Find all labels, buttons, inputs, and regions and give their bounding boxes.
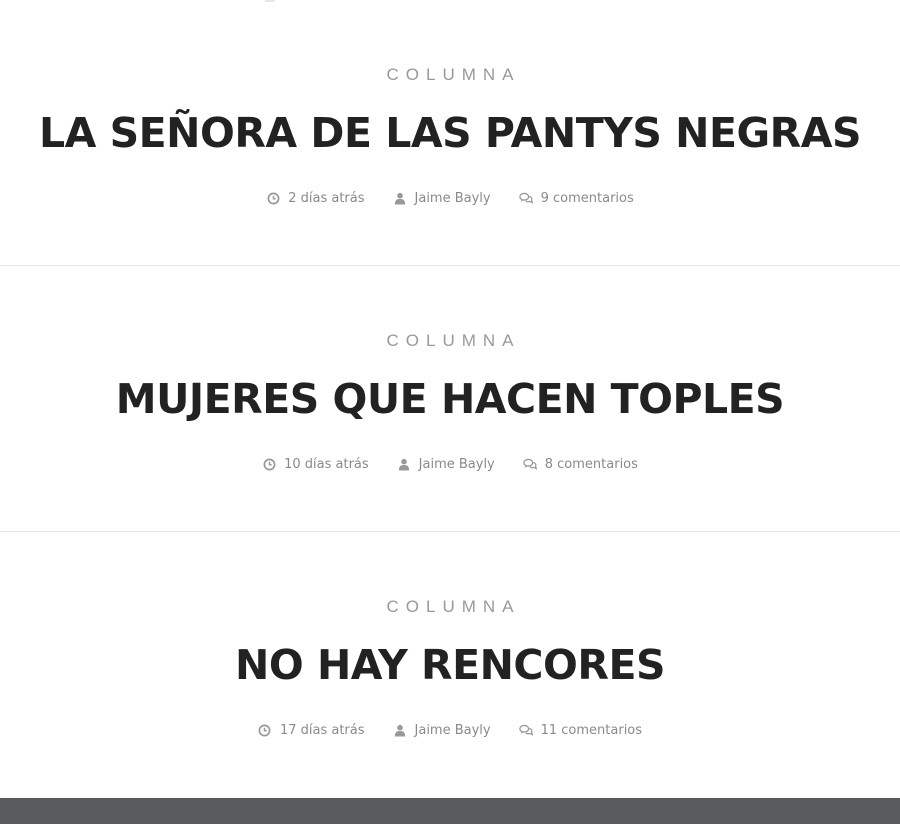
comments-icon [518, 191, 533, 205]
post-comments[interactable]: 9 comentarios [518, 190, 634, 206]
post-author[interactable]: Jaime Bayly [393, 723, 491, 738]
post-title-link[interactable]: LA SEÑORA DE LAS PANTYS NEGRAS [0, 108, 900, 158]
user-icon [393, 723, 407, 737]
post-item: COLUMNA LA SEÑORA DE LAS PANTYS NEGRAS 2… [0, 0, 900, 266]
post-author-name: Jaime Bayly [414, 190, 491, 206]
clock-icon [262, 457, 276, 471]
post-category-link[interactable]: COLUMNA [0, 64, 900, 86]
post-comments[interactable]: 11 comentarios [518, 722, 643, 738]
post-category-link[interactable]: COLUMNA [0, 330, 900, 352]
comments-icon [518, 723, 533, 737]
post-author[interactable]: Jaime Bayly [397, 457, 495, 472]
comments-icon [522, 457, 537, 471]
clock-icon [258, 723, 272, 737]
user-icon [393, 191, 407, 205]
post-date-text: 2 días atrás [288, 190, 365, 206]
post-comments[interactable]: 8 comentarios [522, 456, 638, 472]
post-comments-count: 8 comentarios [544, 456, 638, 472]
post-author[interactable]: Jaime Bayly [393, 191, 491, 206]
post-meta: 2 días atrás Jaime Bayly 9 comentarios [0, 188, 900, 208]
post-date[interactable]: 17 días atrás [258, 723, 365, 738]
post-date-text: 17 días atrás [279, 722, 365, 738]
post-meta: 10 días atrás Jaime Bayly 8 comentarios [0, 454, 900, 474]
post-author-name: Jaime Bayly [414, 722, 491, 738]
post-item: COLUMNA NO HAY RENCORES 17 días atrás Ja… [0, 532, 900, 798]
post-comments-count: 9 comentarios [540, 190, 634, 206]
post-date[interactable]: 2 días atrás [266, 190, 365, 206]
footer-bar [0, 798, 900, 824]
post-date[interactable]: 10 días atrás [262, 457, 369, 472]
post-meta: 17 días atrás Jaime Bayly 11 comentarios [0, 720, 900, 740]
post-title-link[interactable]: MUJERES QUE HACEN TOPLES [0, 374, 900, 424]
clock-icon [266, 191, 280, 205]
post-comments-count: 11 comentarios [540, 722, 643, 738]
post-item: COLUMNA MUJERES QUE HACEN TOPLES 10 días… [0, 266, 900, 532]
user-icon [397, 457, 411, 471]
post-title-link[interactable]: NO HAY RENCORES [0, 640, 900, 690]
post-date-text: 10 días atrás [284, 456, 369, 472]
post-category-link[interactable]: COLUMNA [0, 596, 900, 618]
post-author-name: Jaime Bayly [418, 456, 495, 472]
post-list-page: COLUMNA LA SEÑORA DE LAS PANTYS NEGRAS 2… [0, 0, 900, 824]
